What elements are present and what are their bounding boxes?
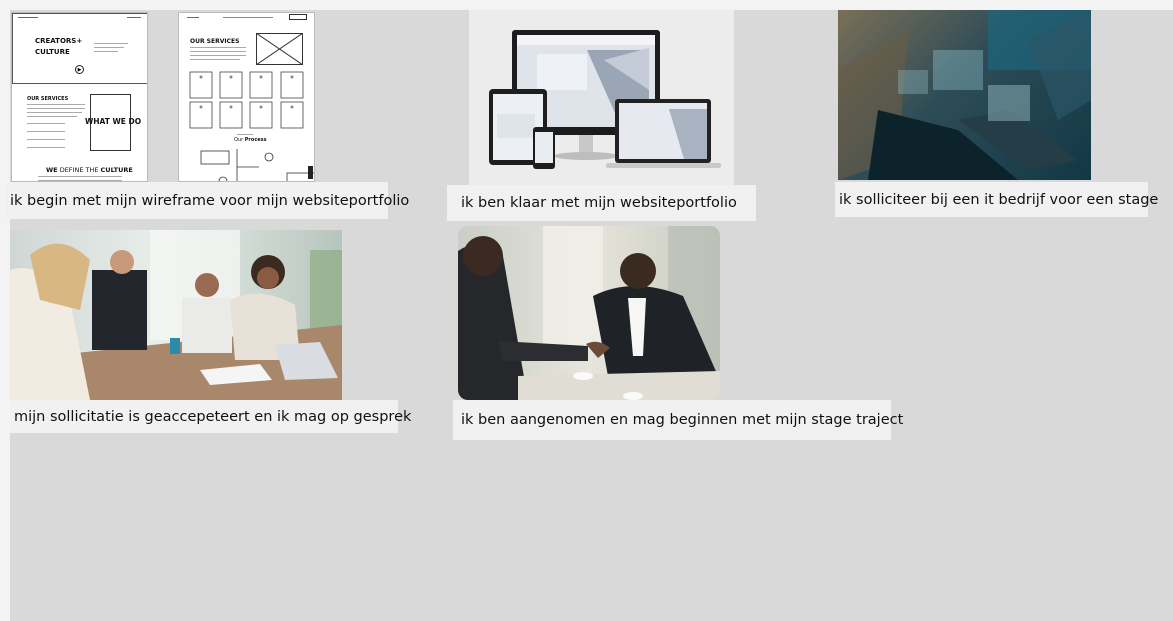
hero-text-line [94,47,124,48]
meeting-interview-photo[interactable] [10,230,342,400]
what-we-do-label: WHAT WE DO [85,117,142,126]
hero-title-line-1: CREATORS+ [35,37,83,45]
services-text-line [27,116,77,117]
services-intro-line [190,47,246,48]
meeting-photo-art [10,230,342,400]
culture-heading-pre: WE [46,166,58,174]
services-text-line [27,147,65,148]
wireframe-homepage-card[interactable]: CREATORS+ CULTURE ▶ OUR SERVICES WHAT WE… [11,12,148,182]
wireframe-nav-line [187,17,199,18]
culture-heading: WE DEFINE THE CULTURE [46,166,133,174]
process-title-prefix: Our [234,137,245,143]
caption-hired[interactable]: ik ben aangenomen en mag beginnen met mi… [453,400,903,440]
process-flow-diagram [200,149,314,181]
hero-text-line [94,43,128,44]
laptop-photo-art [838,10,1091,180]
services-intro-line [190,59,240,60]
play-icon: ▶ [75,65,84,74]
services-text-line [27,139,65,140]
caption-application[interactable]: ik solliciteer bij een it bedrijf voor e… [835,182,1158,217]
services-text-line [27,131,65,132]
services-intro-line [190,55,246,56]
services-text-line [27,108,85,109]
image-placeholder-icon [256,33,303,65]
process-title: Our Process [234,137,267,143]
caption-wireframe[interactable]: ik begin met mijn wireframe voor mijn we… [6,182,409,219]
caption-interview[interactable]: mijn sollicitatie is geaccepeteert en ik… [10,400,411,433]
scrollbar-thumb[interactable] [308,166,313,179]
hero-title-line-2: CULTURE [35,48,70,56]
culture-heading-post: CULTURE [100,166,133,174]
services-title: OUR SERVICES [190,38,240,45]
services-text-line [27,123,65,124]
monitor-illustration [489,30,721,169]
services-intro-line [190,51,246,52]
laptop-application-photo[interactable] [838,10,1091,180]
services-text-line [27,112,82,113]
culture-text-line [38,180,122,181]
caption-portfolio-done[interactable]: ik ben klaar met mijn websiteportfolio [447,185,756,221]
process-title-main: Process [244,137,267,143]
services-text-line [27,104,85,105]
hero-text-line [94,51,118,52]
culture-text-line [38,176,122,177]
wireframe-nav-button [289,14,307,20]
handshake-photo-art [458,226,720,400]
culture-heading-mid: DEFINE THE [57,166,101,174]
service-boxes-grid [189,71,304,129]
wireframe-nav-line [223,17,273,18]
handshake-hired-photo[interactable] [458,226,720,400]
portfolio-devices-mockup[interactable] [469,10,734,185]
wireframe-services-card[interactable]: OUR SERVICES Our Process [178,12,315,182]
process-line [237,134,253,135]
services-heading: OUR SERVICES [27,96,69,102]
